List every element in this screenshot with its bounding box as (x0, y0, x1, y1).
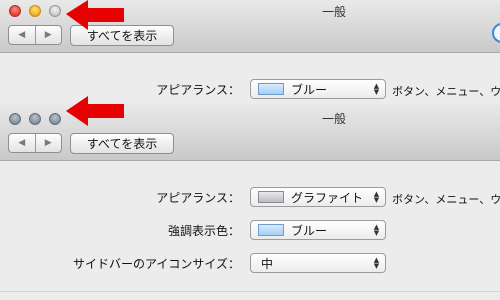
appearance-label: アピアランス： (156, 83, 240, 97)
zoom-button[interactable] (49, 113, 61, 125)
appearance-label: アピアランス： (156, 191, 240, 205)
red-arrow-top-icon (66, 0, 124, 30)
highlight-color-label: 強調表示色： (167, 224, 240, 238)
red-arrow-bottom-icon (66, 96, 124, 126)
minimize-button[interactable] (29, 113, 41, 125)
updown-arrows-icon: ▲ ▼ (373, 190, 380, 204)
window-title: 一般 (322, 112, 347, 126)
updown-arrows-icon: ▲ ▼ (373, 223, 380, 237)
back-button[interactable]: ◀ (9, 26, 35, 44)
bottom-window: 一般 ◀ ▶ すべてを表示 アピアランス： グラファイト ▲ ▼ ボタン、メニュー… (0, 104, 500, 300)
back-button[interactable]: ◀ (9, 134, 35, 152)
updown-arrows-icon: ▲ ▼ (373, 256, 380, 270)
appearance-description: ボタン、メニュー、ウ (392, 193, 500, 206)
appearance-popup[interactable]: ブルー ▲ ▼ (250, 79, 386, 99)
graphite-swatch-icon (258, 191, 284, 203)
appearance-popup[interactable]: グラファイト ▲ ▼ (250, 187, 386, 207)
sidebar-icon-size-label: サイドバーのアイコンサイズ： (72, 257, 240, 271)
sidebar-icon-size-value: 中 (261, 256, 274, 271)
appearance-value: グラファイト (291, 190, 364, 205)
window-title: 一般 (322, 5, 347, 19)
updown-arrows-icon: ▲ ▼ (373, 82, 380, 96)
close-button[interactable] (9, 113, 21, 125)
forward-button[interactable]: ▶ (34, 134, 62, 152)
zoom-button[interactable] (49, 5, 61, 17)
show-all-button[interactable]: すべてを表示 (70, 133, 174, 154)
bottom-content: アピアランス： グラファイト ▲ ▼ ボタン、メニュー、ウ 強調表示色： ブルー … (0, 161, 500, 300)
highlight-color-popup[interactable]: ブルー ▲ ▼ (250, 220, 386, 240)
sidebar-icon-size-popup[interactable]: 中 ▲ ▼ (250, 253, 386, 273)
minimize-button[interactable] (29, 5, 41, 17)
appearance-value: ブルー (291, 82, 328, 97)
search-field-edge[interactable] (492, 23, 500, 43)
section-divider (0, 291, 500, 292)
nav-buttons: ◀ ▶ (8, 25, 62, 45)
close-button[interactable] (9, 5, 21, 17)
appearance-description: ボタン、メニュー、ウ (392, 85, 500, 98)
highlight-color-value: ブルー (291, 223, 328, 238)
blue-swatch-icon (258, 224, 284, 236)
nav-buttons: ◀ ▶ (8, 133, 62, 153)
forward-button[interactable]: ▶ (34, 26, 62, 44)
blue-swatch-icon (258, 83, 284, 95)
